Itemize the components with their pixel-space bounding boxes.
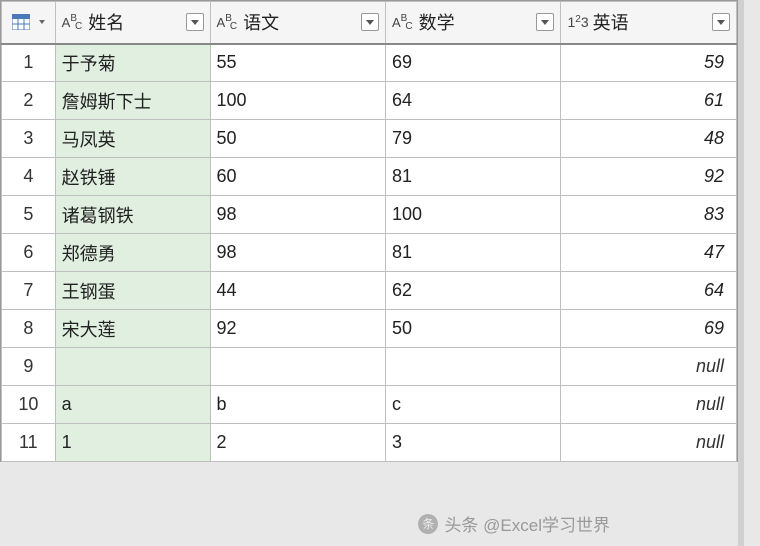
table-row[interactable]: 3马凤英507948 [2, 120, 737, 158]
scrollbar-track[interactable] [738, 0, 744, 546]
cell-name[interactable]: 郑德勇 [55, 234, 210, 272]
filter-button[interactable] [712, 13, 730, 31]
cell-name[interactable]: a [55, 386, 210, 424]
filter-button[interactable] [186, 13, 204, 31]
table-row[interactable]: 11123null [2, 424, 737, 462]
row-number[interactable]: 1 [2, 44, 56, 82]
cell-math[interactable]: 79 [386, 120, 561, 158]
row-number[interactable]: 6 [2, 234, 56, 272]
cell-english[interactable]: 69 [561, 310, 737, 348]
cell-math[interactable]: 69 [386, 44, 561, 82]
row-number[interactable]: 3 [2, 120, 56, 158]
table-icon [12, 14, 30, 30]
column-header-math[interactable]: ABC 数学 [386, 2, 561, 44]
row-number[interactable]: 8 [2, 310, 56, 348]
cell-english[interactable]: 64 [561, 272, 737, 310]
cell-chinese[interactable] [210, 348, 385, 386]
cell-math[interactable]: 62 [386, 272, 561, 310]
cell-english[interactable]: 83 [561, 196, 737, 234]
cell-chinese[interactable]: 55 [210, 44, 385, 82]
cell-name[interactable]: 赵铁锤 [55, 158, 210, 196]
column-header-english[interactable]: 123 英语 [561, 2, 737, 44]
cell-english[interactable]: 61 [561, 82, 737, 120]
column-label: 英语 [593, 9, 629, 35]
table-body: 1于予菊5569592詹姆斯下士10064613马凤英5079484赵铁锤608… [2, 44, 737, 462]
cell-english[interactable]: null [561, 386, 737, 424]
table-row[interactable]: 5诸葛钢铁9810083 [2, 196, 737, 234]
chevron-down-icon [191, 20, 199, 25]
type-text-icon: ABC [217, 15, 240, 30]
cell-chinese[interactable]: b [210, 386, 385, 424]
type-text-icon: ABC [392, 15, 415, 30]
table-row[interactable]: 6郑德勇988147 [2, 234, 737, 272]
type-text-icon: ABC [62, 15, 85, 30]
cell-chinese[interactable]: 50 [210, 120, 385, 158]
chevron-down-icon [366, 20, 374, 25]
corner-cell[interactable] [2, 2, 56, 44]
chevron-down-icon [541, 20, 549, 25]
row-number[interactable]: 5 [2, 196, 56, 234]
column-header-name[interactable]: ABC 姓名 [55, 2, 210, 44]
table-row[interactable]: 9 null [2, 348, 737, 386]
cell-chinese[interactable]: 2 [210, 424, 385, 462]
cell-name[interactable] [55, 348, 210, 386]
cell-math[interactable]: 100 [386, 196, 561, 234]
filter-button[interactable] [361, 13, 379, 31]
chevron-down-icon [717, 20, 725, 25]
filter-button[interactable] [536, 13, 554, 31]
cell-english[interactable]: null [561, 424, 737, 462]
cell-english[interactable]: 92 [561, 158, 737, 196]
cell-math[interactable]: c [386, 386, 561, 424]
cell-math[interactable]: 50 [386, 310, 561, 348]
cell-math[interactable]: 81 [386, 234, 561, 272]
watermark-icon: 条 [418, 514, 438, 534]
type-number-icon: 123 [567, 14, 588, 30]
cell-math[interactable]: 3 [386, 424, 561, 462]
row-number[interactable]: 11 [2, 424, 56, 462]
table-row[interactable]: 7王钢蛋446264 [2, 272, 737, 310]
cell-chinese[interactable]: 98 [210, 196, 385, 234]
cell-chinese[interactable]: 100 [210, 82, 385, 120]
cell-english[interactable]: 48 [561, 120, 737, 158]
row-number[interactable]: 2 [2, 82, 56, 120]
row-number[interactable]: 4 [2, 158, 56, 196]
row-number[interactable]: 9 [2, 348, 56, 386]
table-row[interactable]: 10abcnull [2, 386, 737, 424]
cell-math[interactable]: 64 [386, 82, 561, 120]
cell-chinese[interactable]: 98 [210, 234, 385, 272]
cell-math[interactable]: 81 [386, 158, 561, 196]
table-menu-chevron-icon [39, 20, 45, 24]
table-row[interactable]: 1于予菊556959 [2, 44, 737, 82]
cell-name[interactable]: 王钢蛋 [55, 272, 210, 310]
table-row[interactable]: 8宋大莲925069 [2, 310, 737, 348]
watermark: 条 头条 @Excel学习世界 [418, 511, 610, 536]
column-label: 语文 [243, 9, 279, 35]
cell-math[interactable] [386, 348, 561, 386]
column-header-chinese[interactable]: ABC 语文 [210, 2, 385, 44]
query-table: ABC 姓名 ABC 语文 ABC [0, 0, 738, 462]
cell-chinese[interactable]: 92 [210, 310, 385, 348]
cell-chinese[interactable]: 44 [210, 272, 385, 310]
watermark-text: 头条 @Excel学习世界 [444, 511, 610, 536]
cell-name[interactable]: 诸葛钢铁 [55, 196, 210, 234]
column-label: 数学 [419, 9, 455, 35]
cell-name[interactable]: 詹姆斯下士 [55, 82, 210, 120]
cell-name[interactable]: 马凤英 [55, 120, 210, 158]
cell-english[interactable]: 59 [561, 44, 737, 82]
cell-english[interactable]: null [561, 348, 737, 386]
cell-chinese[interactable]: 60 [210, 158, 385, 196]
table-row[interactable]: 4赵铁锤608192 [2, 158, 737, 196]
cell-name[interactable]: 于予菊 [55, 44, 210, 82]
row-number[interactable]: 7 [2, 272, 56, 310]
table-row[interactable]: 2詹姆斯下士1006461 [2, 82, 737, 120]
column-label: 姓名 [88, 9, 124, 35]
cell-name[interactable]: 宋大莲 [55, 310, 210, 348]
header-row: ABC 姓名 ABC 语文 ABC [2, 2, 737, 44]
cell-name[interactable]: 1 [55, 424, 210, 462]
row-number[interactable]: 10 [2, 386, 56, 424]
cell-english[interactable]: 47 [561, 234, 737, 272]
